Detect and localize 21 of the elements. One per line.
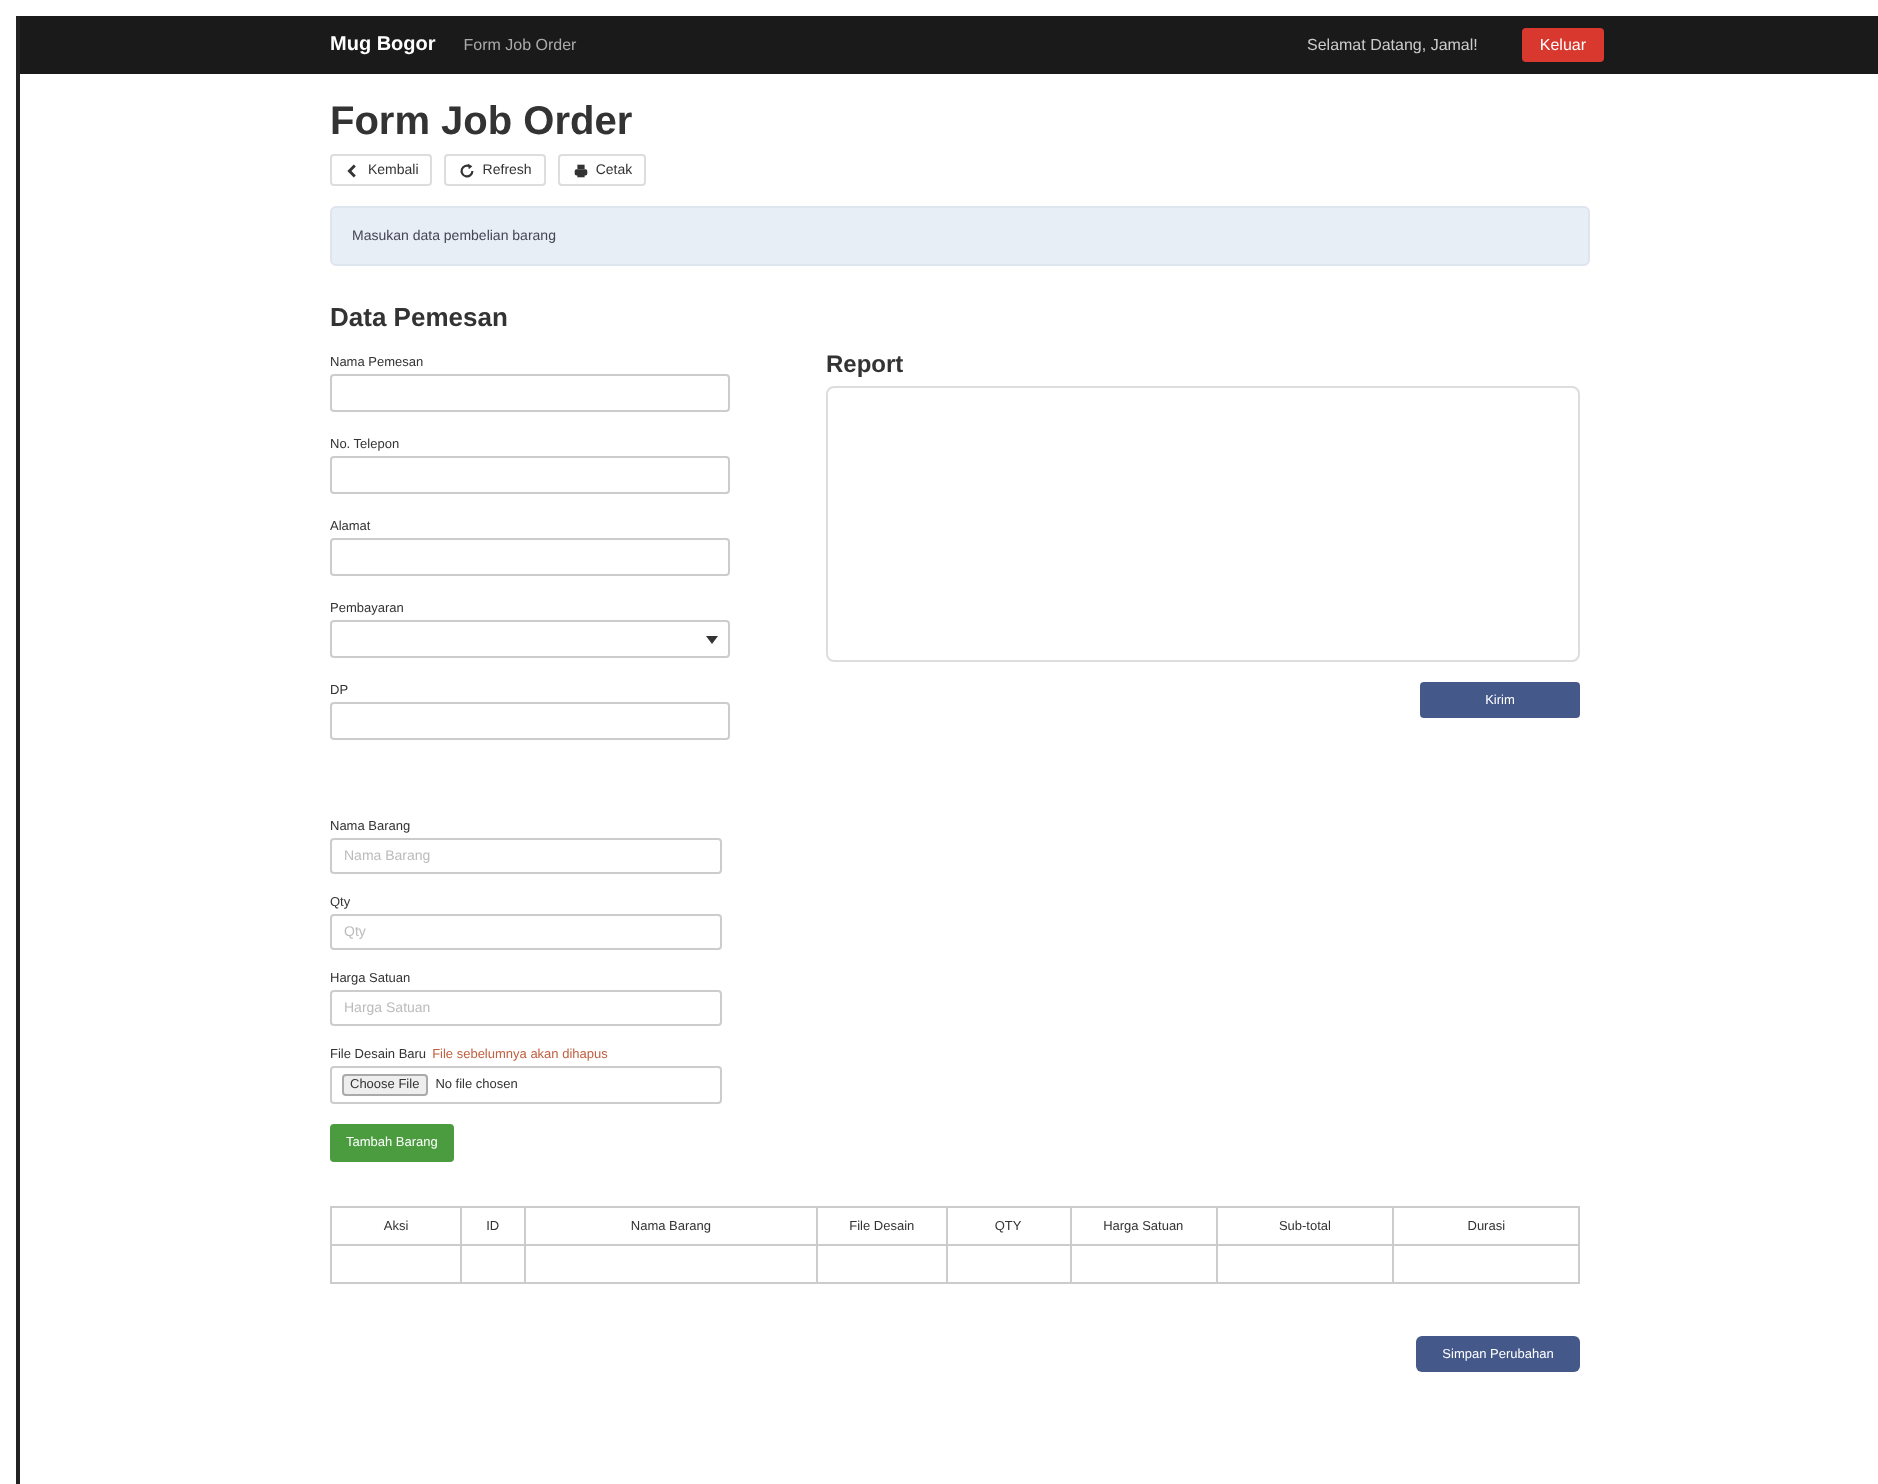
- logout-button[interactable]: Keluar: [1521, 28, 1604, 62]
- table-cell: [946, 1245, 1071, 1283]
- table-cell: [817, 1245, 946, 1283]
- printer-icon: [571, 161, 590, 179]
- table-cell: [331, 1245, 462, 1283]
- section-title: Data Pemesan: [330, 302, 510, 332]
- page-title: Form Job Order: [330, 98, 635, 148]
- brand-name[interactable]: Mug Bogor: [330, 34, 436, 56]
- refresh-icon: [458, 161, 477, 179]
- table-cell: [461, 1245, 525, 1283]
- nav-link[interactable]: Form Job Order: [463, 36, 577, 54]
- input-field[interactable]: [330, 374, 730, 412]
- select-field[interactable]: [330, 620, 730, 658]
- input-field[interactable]: [330, 456, 730, 494]
- section-title: Report: [826, 350, 906, 378]
- input-field[interactable]: [330, 702, 730, 740]
- dropdown-caret-icon: [706, 635, 718, 643]
- report-textarea[interactable]: [826, 386, 1580, 662]
- chevron-left-icon: [344, 161, 362, 179]
- greeting-text: Selamat Datang, Jamal!: [1307, 36, 1478, 54]
- input-field[interactable]: [330, 538, 730, 576]
